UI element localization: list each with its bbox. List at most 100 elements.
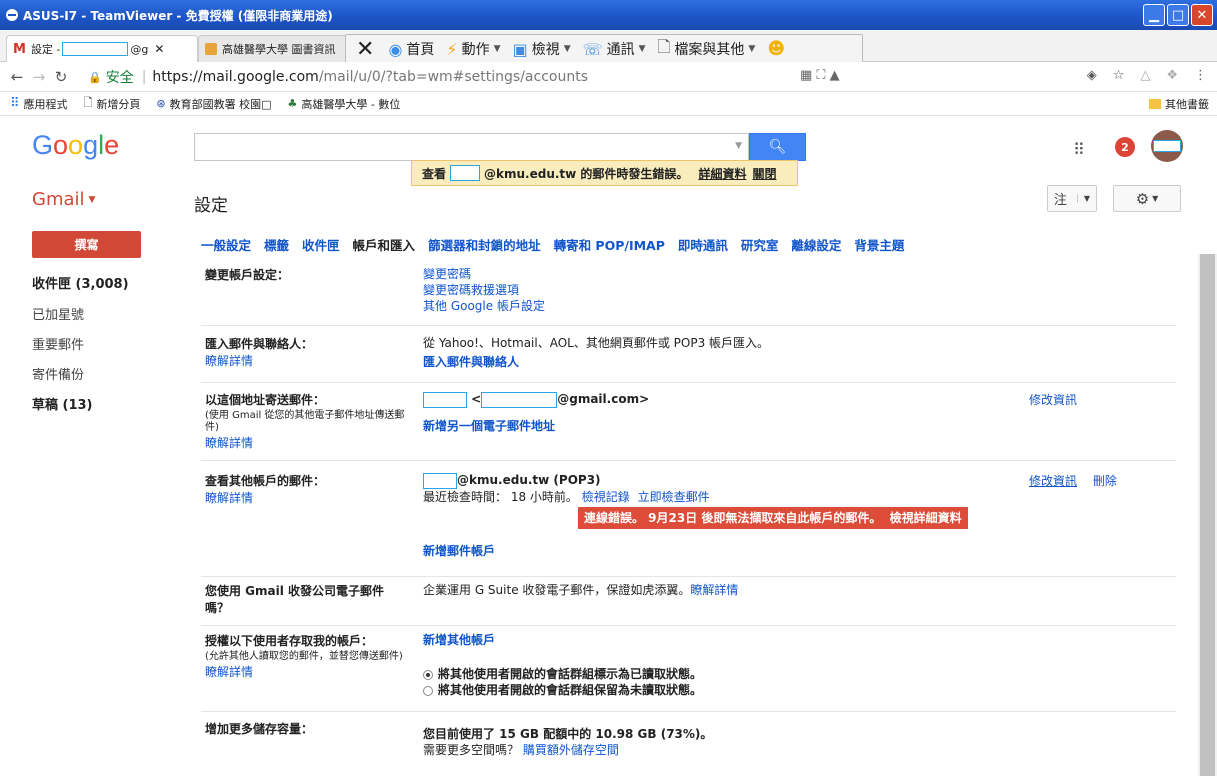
tab-general[interactable]: 一般設定 [201,235,251,254]
kmu-logo-icon: ♣ [287,97,298,110]
tv-communicate-menu[interactable]: ☏ 通訊 ▼ [577,35,652,63]
close-tab-icon[interactable]: ✕ [154,42,164,56]
address-bar-actions: ◈ ☆ △ ❖ ⋮ [1087,68,1207,83]
search-options-icon[interactable]: ▼ [735,141,742,151]
cast-icon[interactable]: ◈ [1087,68,1097,83]
tv-close-session-button[interactable]: ✕ [346,35,382,63]
teamviewer-titlebar: ASUS-I7 - TeamViewer - 免費授權 (僅限非商業用途) ▁ … [0,0,1217,30]
tab-chat[interactable]: 即時通訊 [678,235,728,254]
add-other-account-link[interactable]: 新增其他帳戶 [423,632,1023,648]
import-mail-link[interactable]: 匯入郵件與聯絡人 [423,354,1023,370]
google-apps-icon[interactable]: ⠿ [1073,140,1085,159]
tv-communicate-label: 通訊 [606,42,635,58]
url-bar[interactable]: 🔒 安全 | https://mail.google.com /mail/u/0… [88,66,1118,88]
chevron-down-icon: ▼ [563,44,571,54]
learn-more-link[interactable]: 瞭解詳情 [205,352,410,369]
avatar[interactable] [1151,130,1183,162]
dropbox-extension-icon[interactable]: ❖ [1166,68,1178,83]
tab-kmu-library[interactable]: 高雄醫學大學 圖書資訊 [198,35,348,62]
search-button[interactable]: 🔍︎ [749,133,806,161]
scrollbar-thumb[interactable] [1200,254,1215,776]
bookmark-moe[interactable]: ⊛ 教育部國教署 校園□ [156,96,271,112]
bookmark-new-tab[interactable]: 🗋 新增分頁 [84,94,141,113]
compose-button[interactable]: 撰寫 [32,231,141,258]
tab-accounts-import[interactable]: 帳戶和匯入 [353,235,416,254]
tv-home-button[interactable]: ◉ 首頁 [382,35,440,63]
settings-gear-button[interactable]: ⚙ ▼ [1113,185,1181,212]
nav-inbox[interactable]: 收件匣 (3,008) [32,273,129,292]
close-window-button[interactable]: ✕ [1191,4,1213,26]
logo-letter: o [68,130,84,160]
radio-unselected-icon[interactable] [423,685,433,696]
tab-gmail-settings[interactable]: M 設定 - @g ✕ [6,35,198,62]
toast-close-link[interactable]: 關閉 [752,165,776,182]
drive-extension-icon[interactable]: △ [1140,68,1150,83]
view-history-link[interactable]: 檢視記錄 [582,490,630,504]
settings-row-delegate: 授權以下使用者存取我的帳戶： (允許其他人讀取您的郵件，並替您傳送郵件) 瞭解詳… [201,632,1176,712]
account-actions: 修改資訊 刪除 [1029,472,1117,489]
chevron-down-icon: ▼ [638,44,646,54]
forward-arrow-icon[interactable]: → [28,68,50,86]
chrome-menu-icon[interactable]: ⋮ [1194,68,1207,83]
tab-inbox[interactable]: 收件匣 [302,235,340,254]
delete-link[interactable]: 刪除 [1093,474,1117,488]
alert-details-link[interactable]: 檢視詳細資料 [890,511,962,525]
add-mail-account-link[interactable]: 新增郵件帳戶 [423,543,1023,559]
scrollbar[interactable] [1198,254,1217,776]
radio-mark-read[interactable]: 將其他使用者開啟的會話群組標示為已讀取狀態。 [423,666,1023,682]
reload-icon[interactable]: ↻ [50,68,72,86]
mail-search-input[interactable]: ▼ [194,133,749,161]
toast-details-link[interactable]: 詳細資料 [698,165,746,182]
tab-forwarding[interactable]: 轉寄和 POP/IMAP [554,235,665,254]
nav-drafts[interactable]: 草稿 (13) [32,394,93,413]
row-label: 授權以下使用者存取我的帳戶： (允許其他人讀取您的郵件，並替您傳送郵件) 瞭解詳… [205,632,410,680]
maximize-button[interactable]: □ [1167,4,1189,26]
radio-selected-icon[interactable] [423,669,433,680]
row-label-text: 授權以下使用者存取我的帳戶： [205,634,374,648]
other-bookmarks[interactable]: 其他書籤 [1149,96,1209,112]
radio-label: 將其他使用者開啟的會話群組保留為未讀取狀態。 [438,683,703,697]
change-password-link[interactable]: 變更密碼 [423,266,1023,282]
google-logo[interactable]: Google [32,130,119,161]
check-now-link[interactable]: 立即檢查郵件 [638,490,710,504]
row-label-text: 變更帳戶設定： [205,268,290,282]
radio-keep-unread[interactable]: 將其他使用者開啟的會話群組保留為未讀取狀態。 [423,682,1023,698]
tab-filters[interactable]: 篩選器和封鎖的地址 [428,235,541,254]
tv-toolbar-collapse[interactable]: ▦ ⛶ ▲ [800,68,840,83]
tv-files-menu[interactable]: 🗋 檔案與其他 ▼ [652,35,762,63]
tv-view-label: 檢視 [531,42,560,58]
nav-starred[interactable]: 已加星號 [32,304,84,323]
tv-actions-menu[interactable]: ⚡ 動作 ▼ [440,35,506,63]
edit-info-link[interactable]: 修改資訊 [1029,391,1077,408]
bookmark-kmu[interactable]: ♣ 高雄醫學大學 - 數位 [288,96,401,112]
bookmark-apps[interactable]: ⠿ 應用程式 [10,96,68,112]
row-label-text: 查看其他帳戶的郵件： [205,474,326,488]
input-tools-button[interactable]: 注 ▼ [1047,185,1097,212]
learn-more-link[interactable]: 瞭解詳情 [205,489,410,506]
buy-storage-link[interactable]: 購買額外儲存空間 [523,743,619,757]
gmail-switcher[interactable]: Gmail ▼ [32,189,95,210]
tab-labs[interactable]: 研究室 [741,235,779,254]
other-bookmarks-label: 其他書籤 [1165,98,1209,111]
nav-important[interactable]: 重要郵件 [32,334,84,353]
add-email-link[interactable]: 新增另一個電子郵件地址 [423,418,1023,434]
tab-labels[interactable]: 標籤 [264,235,289,254]
minimize-button[interactable]: ▁ [1143,4,1165,26]
other-account-settings-link[interactable]: 其他 Google 帳戶設定 [423,298,1023,314]
row-label: 變更帳戶設定： [205,266,410,283]
smiley-icon[interactable]: ☻ [761,35,791,63]
back-arrow-icon[interactable]: ← [6,68,28,86]
notification-badge[interactable]: 2 [1115,137,1135,157]
learn-more-link[interactable]: 瞭解詳情 [205,663,410,680]
row-label: 以這個地址寄送郵件： (使用 Gmail 從您的其他電子郵件地址傳送郵件) 瞭解… [205,391,410,451]
tab-offline[interactable]: 離線設定 [791,235,841,254]
bookmark-star-icon[interactable]: ☆ [1113,68,1125,83]
change-recovery-link[interactable]: 變更密碼救援選項 [423,282,1023,298]
tv-view-menu[interactable]: ▣ 檢視 ▼ [507,35,577,63]
nav-sent[interactable]: 寄件備份 [32,364,84,383]
tab-themes[interactable]: 背景主題 [854,235,904,254]
learn-more-link[interactable]: 瞭解詳情 [205,434,410,451]
gmail-label: Gmail [32,189,85,210]
gmail-favicon-icon: M [13,41,26,57]
learn-more-link[interactable]: 瞭解詳情 [690,583,738,597]
